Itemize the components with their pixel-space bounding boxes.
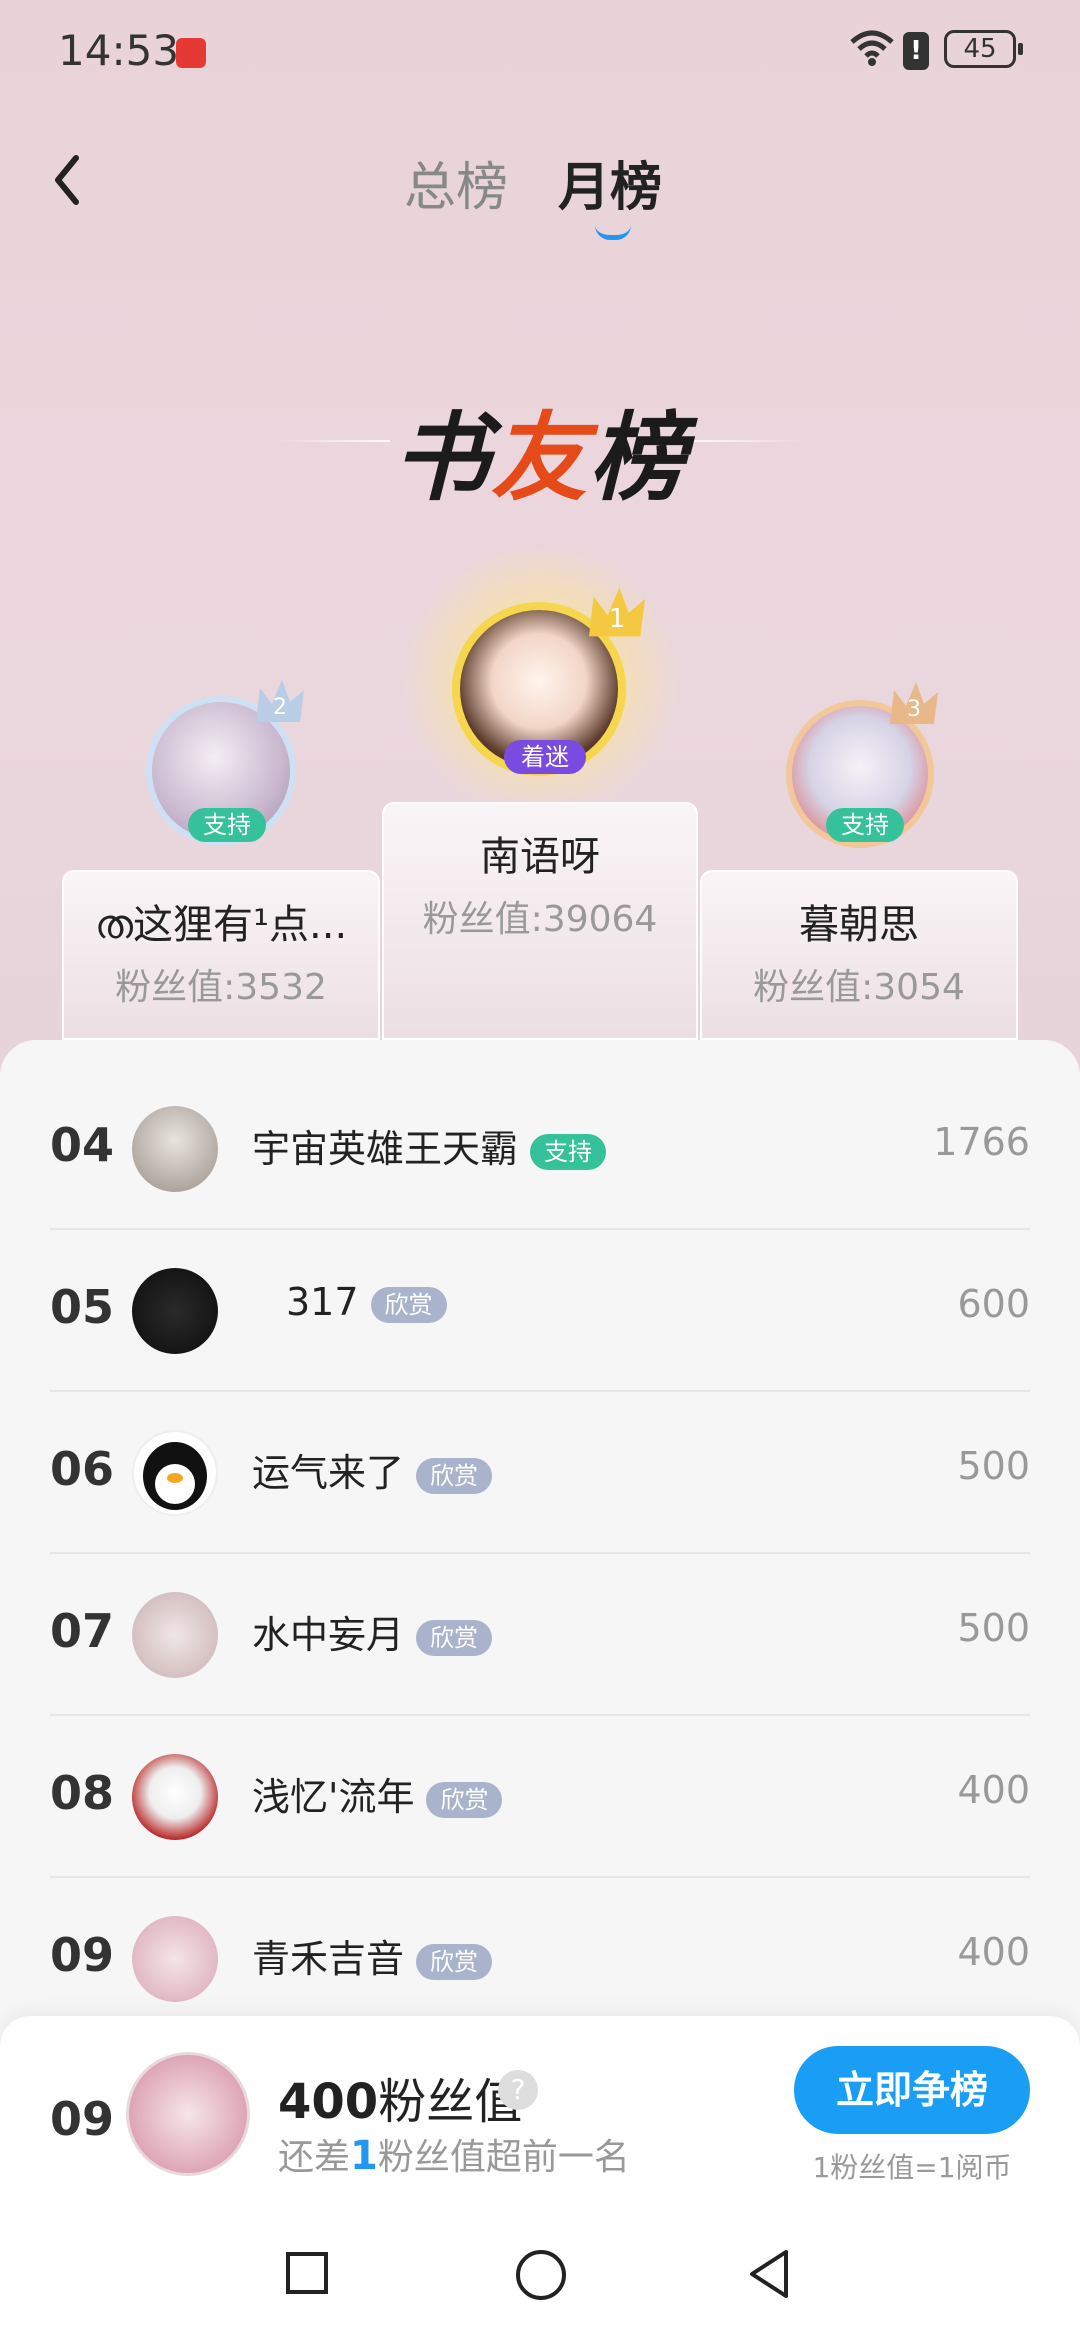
fans-second: 粉丝值:3532 xyxy=(115,967,327,1008)
user-name: 浅忆'流年 欣赏 xyxy=(252,1766,503,1821)
my-avatar[interactable] xyxy=(126,2052,250,2176)
tag-appreciate: 欣赏 xyxy=(370,1286,447,1323)
rank-number: 08 xyxy=(50,1766,115,1820)
recents-icon[interactable] xyxy=(286,2252,328,2294)
fans-score: 400 xyxy=(957,1930,1030,1974)
svg-text:2: 2 xyxy=(273,695,287,720)
wifi-icon xyxy=(850,30,894,66)
my-fans-score: 400粉丝值 xyxy=(278,2074,523,2130)
status-bar: 14:53 ! 45 xyxy=(0,0,1080,100)
tab-active-indicator xyxy=(595,225,631,240)
page-title: 书友榜 xyxy=(393,402,687,514)
tag-appreciate: 欣赏 xyxy=(426,1781,503,1818)
avatar[interactable] xyxy=(132,1916,218,2002)
badge-second: 支持 xyxy=(188,808,266,842)
name-first: 南语呀 xyxy=(480,834,600,880)
crown-silver-icon: 2 xyxy=(256,680,304,722)
battery-icon: 45 xyxy=(944,30,1023,68)
rank-number: 04 xyxy=(50,1118,115,1172)
fans-first: 粉丝值:39064 xyxy=(422,899,658,940)
fans-score: 600 xyxy=(957,1282,1030,1326)
user-name: 运气来了 欣赏 xyxy=(252,1442,493,1497)
fans-third: 粉丝值:3054 xyxy=(753,967,965,1008)
avatar[interactable] xyxy=(132,1268,218,1354)
fans-score: 500 xyxy=(957,1606,1030,1650)
my-rank-number: 09 xyxy=(50,2092,115,2146)
card-third[interactable]: 暮朝思 粉丝值:3054 xyxy=(700,870,1018,1040)
fans-score: 1766 xyxy=(933,1120,1030,1164)
avatar[interactable] xyxy=(132,1592,218,1678)
badge-third: 支持 xyxy=(826,808,904,842)
user-name: 317 欣赏 xyxy=(286,1280,447,1324)
exchange-rate-text: 1粉丝值=1阅币 xyxy=(812,2151,1012,2184)
tag-appreciate: 欣赏 xyxy=(416,1619,493,1656)
rank-number: 07 xyxy=(50,1604,115,1658)
avatar[interactable] xyxy=(132,1754,218,1840)
app-notification-icon xyxy=(176,38,206,68)
rank-number: 05 xyxy=(50,1280,115,1334)
crown-bronze-icon: 3 xyxy=(890,682,938,724)
user-name: 水中妄月 欣赏 xyxy=(252,1604,493,1659)
card-second[interactable]: ത这狸有¹点... 粉丝值:3532 xyxy=(62,870,380,1040)
name-third: 暮朝思 xyxy=(799,902,919,948)
gap-text: 还差1粉丝值超前一名 xyxy=(278,2133,630,2179)
list-item[interactable]: 06 运气来了 欣赏 500 xyxy=(50,1392,1030,1554)
rank-number: 06 xyxy=(50,1442,115,1496)
crown-gold-icon: 1 xyxy=(589,587,645,637)
tab-monthly[interactable]: 月榜 xyxy=(558,145,662,220)
alert-icon: ! xyxy=(903,32,929,70)
status-time: 14:53 xyxy=(58,26,180,75)
ranking-list: 04 宇宙英雄王天霸 支持 1766 05 317 欣赏 600 06 运气来了 欣赏… xyxy=(0,1040,1080,2040)
list-item[interactable]: 05 317 欣赏 600 xyxy=(50,1230,1030,1392)
fans-score: 500 xyxy=(957,1444,1030,1488)
badge-first: 着迷 xyxy=(504,740,586,774)
home-icon[interactable] xyxy=(516,2250,566,2300)
avatar[interactable] xyxy=(132,1106,218,1192)
back-icon[interactable] xyxy=(46,150,86,210)
user-name: 宇宙英雄王天霸 支持 xyxy=(252,1118,607,1173)
svg-text:1: 1 xyxy=(609,604,625,634)
penguin-icon xyxy=(143,1442,207,1510)
user-name: 青禾吉音 欣赏 xyxy=(252,1928,493,1983)
svg-text:3: 3 xyxy=(907,697,921,722)
name-second: ത这狸有¹点... xyxy=(94,902,348,948)
tag-appreciate: 欣赏 xyxy=(416,1457,493,1494)
list-item[interactable]: 08 浅忆'流年 欣赏 400 xyxy=(50,1716,1030,1878)
list-item[interactable]: 04 宇宙英雄王天霸 支持 1766 xyxy=(50,1068,1030,1230)
card-first[interactable]: 南语呀 粉丝值:39064 xyxy=(382,802,698,1040)
tag-support: 支持 xyxy=(530,1133,607,1170)
tab-total[interactable]: 总榜 xyxy=(404,145,508,220)
fans-score: 400 xyxy=(957,1768,1030,1812)
battery-level: 45 xyxy=(963,34,997,64)
back-nav-icon[interactable] xyxy=(744,2246,794,2302)
compete-button[interactable]: 立即争榜 xyxy=(794,2046,1030,2134)
list-item[interactable]: 07 水中妄月 欣赏 500 xyxy=(50,1554,1030,1716)
help-icon[interactable]: ? xyxy=(498,2070,538,2110)
rank-number: 09 xyxy=(50,1928,115,1982)
tag-appreciate: 欣赏 xyxy=(416,1943,493,1980)
avatar[interactable] xyxy=(132,1430,218,1516)
